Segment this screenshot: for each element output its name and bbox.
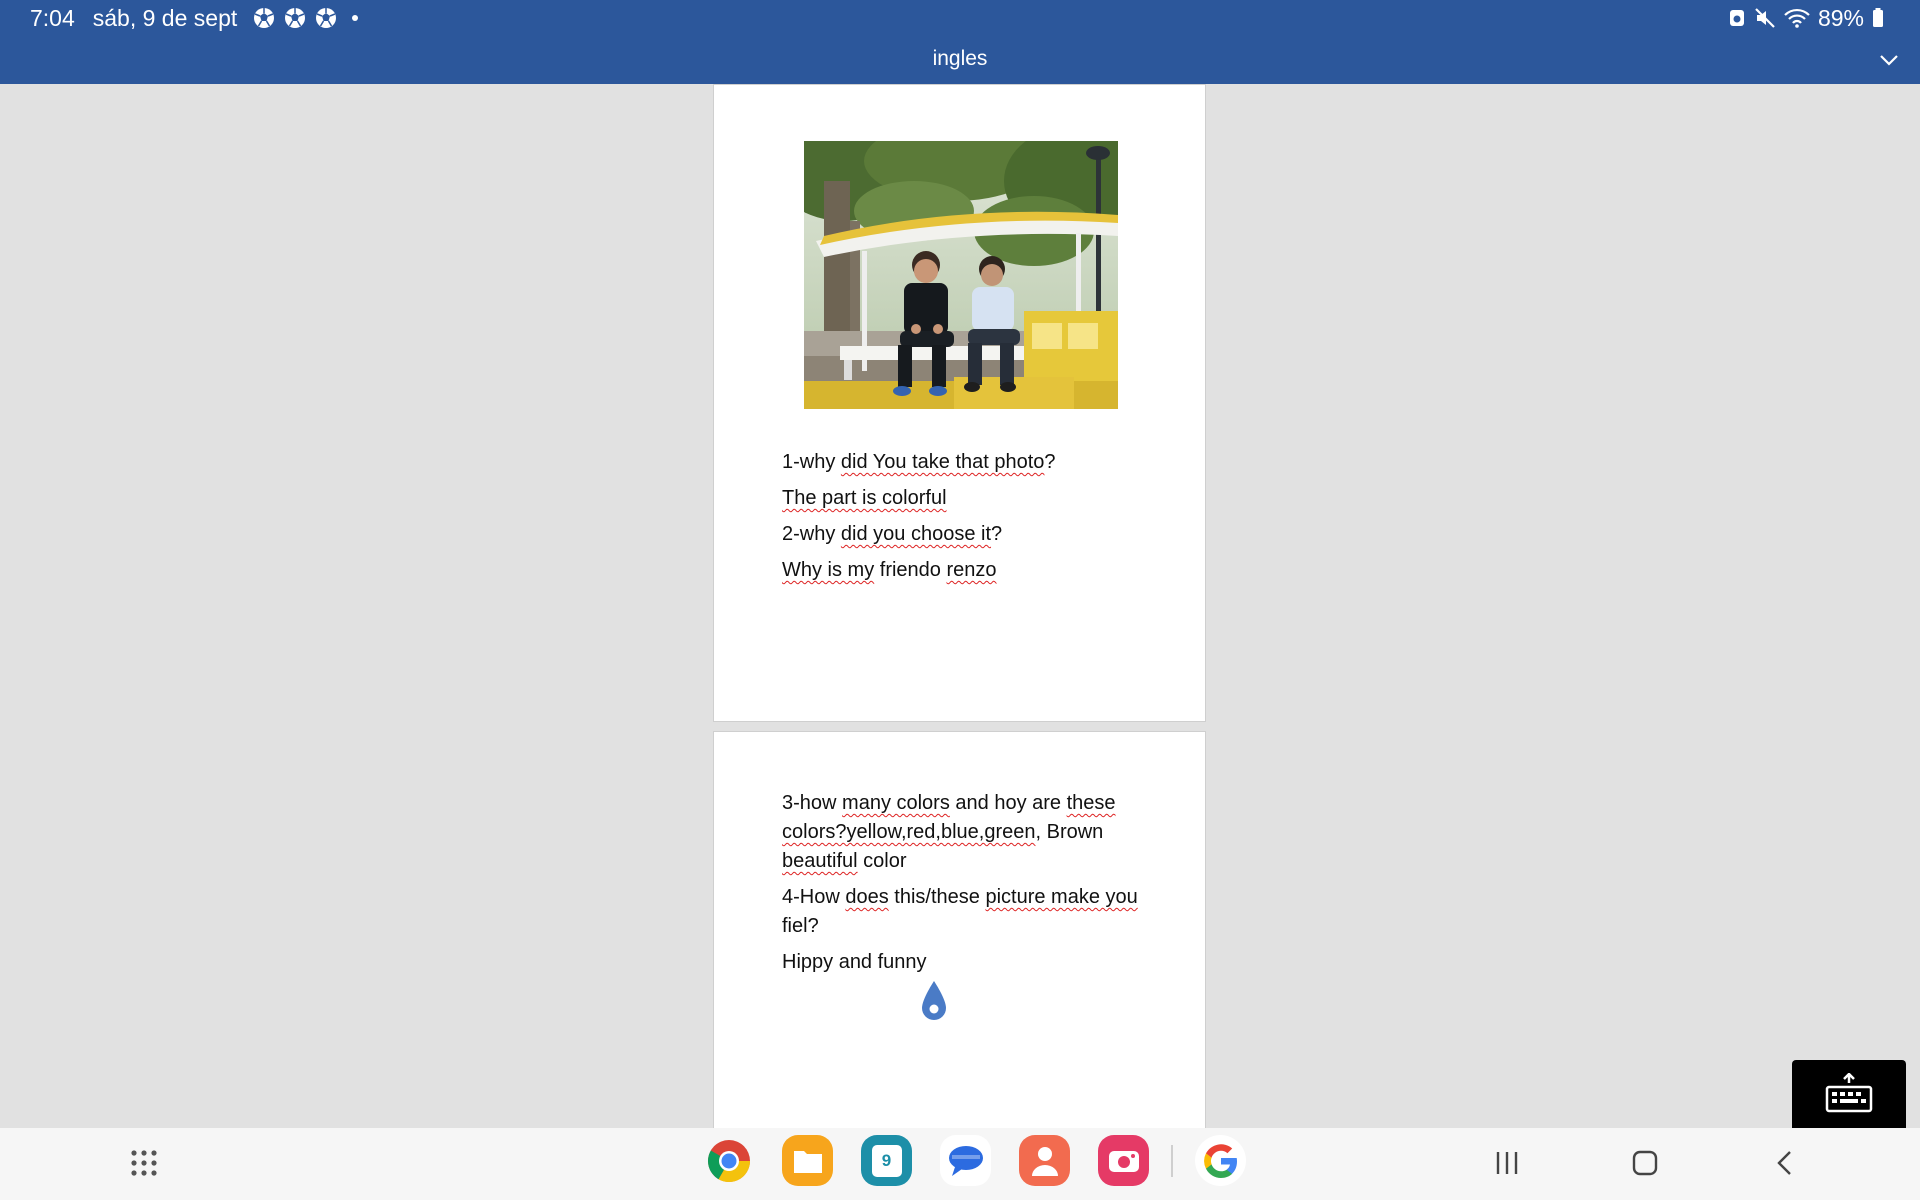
text-run: and hoy are xyxy=(949,792,1067,814)
text-run: fiel? xyxy=(782,915,819,937)
text-run: this/these xyxy=(888,886,986,908)
text-run: Hippy and funny xyxy=(782,951,927,973)
my-files-icon[interactable] xyxy=(782,1135,833,1186)
misspelled-text: did you choose it xyxy=(840,523,992,545)
text-run: friendo xyxy=(874,559,947,581)
soccer-ball-icon xyxy=(285,8,306,28)
misspelled-text: Why is my xyxy=(782,559,875,581)
document-paragraph[interactable]: Hippy and funny xyxy=(782,948,1142,977)
document-paragraph[interactable]: Why is my friendo renzo xyxy=(782,556,1142,585)
document-paragraph[interactable]: 2-why did you choose it? xyxy=(782,520,1142,549)
document-paragraph[interactable]: 4-How does this/these picture make you f… xyxy=(782,883,1142,941)
text-run: 1-why xyxy=(782,451,841,473)
home-icon[interactable] xyxy=(1632,1150,1658,1176)
misspelled-text: did You take that photo xyxy=(840,451,1045,473)
keyboard-icon xyxy=(1825,1073,1873,1113)
document-title[interactable]: ingles xyxy=(0,47,1920,71)
status-bar-left: 7:04 sáb, 9 de sept xyxy=(30,4,359,31)
app-dock: 9 xyxy=(703,1135,1246,1186)
wifi-icon xyxy=(1784,8,1810,28)
alarm-icon xyxy=(1729,10,1744,26)
recent-apps-icon[interactable] xyxy=(1494,1150,1520,1176)
google-icon[interactable] xyxy=(1195,1135,1246,1186)
chrome-icon[interactable] xyxy=(703,1135,754,1186)
text-run: 2-why xyxy=(782,523,841,545)
calendar-day: 9 xyxy=(871,1144,902,1177)
text-run: , Brown xyxy=(1035,821,1104,843)
document-page-2: 3-how many colors and hoy are these colo… xyxy=(713,731,1206,1131)
chevron-down-icon[interactable] xyxy=(1878,49,1900,71)
text-run: 3-how xyxy=(782,792,843,814)
misspelled-text: picture make you xyxy=(985,886,1138,908)
text-run: 4-How xyxy=(782,886,846,908)
navigation-bar: 9 xyxy=(0,1128,1920,1200)
more-notifications-dot xyxy=(352,15,359,21)
document-page-1: 1-why did You take that photo? The part i… xyxy=(713,84,1206,722)
document-paragraph[interactable]: 1-why did You take that photo? xyxy=(782,448,1142,477)
contacts-icon[interactable] xyxy=(1019,1135,1070,1186)
document-paragraph[interactable]: The part is colorful xyxy=(782,484,1142,513)
calendar-icon[interactable]: 9 xyxy=(861,1135,912,1186)
misspelled-text: does xyxy=(845,886,889,908)
status-bar-right: 89% xyxy=(1728,5,1884,31)
text-run: ? xyxy=(1044,451,1056,473)
keyboard-toggle-button[interactable] xyxy=(1792,1060,1906,1128)
dock-divider xyxy=(1171,1144,1173,1177)
back-icon[interactable] xyxy=(1772,1150,1798,1176)
document-photo[interactable] xyxy=(804,141,1118,409)
date: sáb, 9 de sept xyxy=(92,4,238,31)
text-run: color xyxy=(857,850,907,872)
soccer-ball-icon xyxy=(254,8,275,28)
screen-recorder-icon[interactable] xyxy=(1098,1135,1149,1186)
page2-text[interactable]: 3-how many colors and hoy are these colo… xyxy=(782,789,1142,984)
misspelled-text: renzo xyxy=(946,559,997,581)
page1-text[interactable]: 1-why did You take that photo? The part i… xyxy=(782,448,1142,592)
battery-icon xyxy=(1873,8,1883,27)
mute-icon xyxy=(1755,8,1775,28)
clock: 7:04 xyxy=(30,4,75,31)
title-bar: 7:04 sáb, 9 de sept 89% ingles xyxy=(0,0,1920,84)
text-cursor-handle-icon[interactable] xyxy=(919,979,949,1023)
battery-percent: 89% xyxy=(1817,4,1864,31)
misspelled-text: The part is colorful xyxy=(782,487,947,509)
messages-icon[interactable] xyxy=(940,1135,991,1186)
misspelled-text: many colors xyxy=(842,792,950,814)
app-drawer-icon[interactable] xyxy=(130,1149,158,1177)
misspelled-text: beautiful xyxy=(782,850,858,872)
document-paragraph[interactable]: 3-how many colors and hoy are these colo… xyxy=(782,789,1142,876)
soccer-ball-icon xyxy=(316,8,337,28)
text-run: ? xyxy=(991,523,1003,545)
